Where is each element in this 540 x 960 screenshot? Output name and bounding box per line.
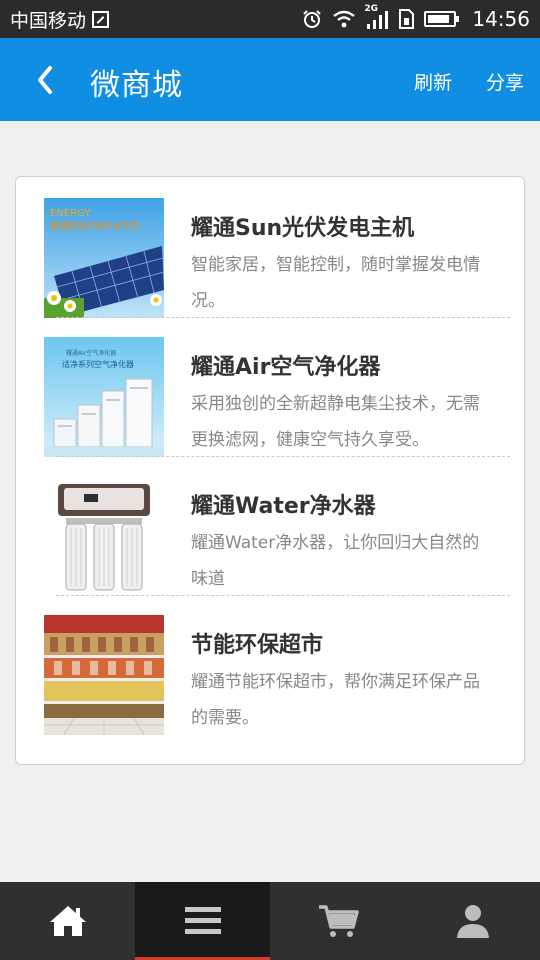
sim-card-icon [92, 10, 110, 28]
product-description: 耀通Water净水器，让你回归大自然的味道 [191, 533, 480, 589]
product-list: ENERGY 耀通家用并网光伏主机 耀通Sun光伏发电主机 智能家居，智能控制，… [15, 176, 525, 765]
sd-card-icon [399, 9, 415, 29]
tab-profile[interactable] [405, 882, 540, 960]
user-icon [456, 905, 489, 938]
bottom-nav [0, 882, 540, 960]
clock: 14:56 [472, 7, 530, 31]
tab-home[interactable] [0, 882, 135, 960]
network-type-label: 2G [364, 4, 379, 14]
share-button[interactable]: 分享 [486, 68, 524, 95]
thumb-caption: ENERGY [50, 208, 91, 219]
product-image-air-purifier: 耀通Air空气净化器 适净系列空气净化器 [44, 337, 164, 457]
product-name: 耀通Water净水器 [191, 494, 376, 519]
thumb-caption: 耀通家用并网光伏主机 [50, 220, 140, 232]
chevron-left-icon [38, 66, 52, 94]
tab-cart[interactable] [270, 882, 405, 960]
home-icon [49, 906, 86, 936]
app-header: 微商城 刷新 分享 [0, 38, 540, 121]
menu-icon [184, 907, 221, 934]
product-image-water-purifier [44, 476, 164, 596]
battery-icon [424, 11, 460, 27]
product-item[interactable]: ENERGY 耀通家用并网光伏主机 耀通Sun光伏发电主机 智能家居，智能控制，… [16, 177, 526, 318]
thumb-caption: 耀通Air空气净化器 [66, 349, 116, 357]
tab-menu[interactable] [135, 882, 270, 960]
product-image-supermarket [44, 615, 164, 735]
cart-icon [318, 905, 359, 937]
product-item[interactable]: 耀通Air空气净化器 适净系列空气净化器 耀通Air空气净化器 采用独创的全新超… [16, 316, 526, 457]
product-description: 耀通节能环保超市，帮你满足环保产品的需要。 [191, 672, 480, 728]
status-bar: 中国移动 2G 14:56 [0, 0, 540, 38]
wifi-icon [333, 10, 356, 28]
product-name: 耀通Sun光伏发电主机 [191, 216, 415, 241]
product-name: 节能环保超市 [191, 633, 324, 658]
product-image-solar: ENERGY 耀通家用并网光伏主机 [44, 198, 164, 318]
alarm-icon [303, 10, 322, 28]
product-description: 采用独创的全新超静电集尘技术，无需更换滤网，健康空气持久享受。 [191, 394, 480, 450]
carrier-name: 中国移动 [10, 9, 87, 32]
product-name: 耀通Air空气净化器 [191, 355, 381, 380]
back-button[interactable] [28, 58, 64, 102]
page-title: 微商城 [90, 68, 183, 103]
product-item[interactable]: 节能环保超市 耀通节能环保超市，帮你满足环保产品的需要。 [16, 594, 526, 735]
refresh-button[interactable]: 刷新 [414, 68, 452, 95]
thumb-caption: 适净系列空气净化器 [62, 359, 134, 369]
product-item[interactable]: 耀通Water净水器 耀通Water净水器，让你回归大自然的味道 [16, 455, 526, 596]
product-description: 智能家居，智能控制，随时掌握发电情况。 [191, 255, 480, 311]
